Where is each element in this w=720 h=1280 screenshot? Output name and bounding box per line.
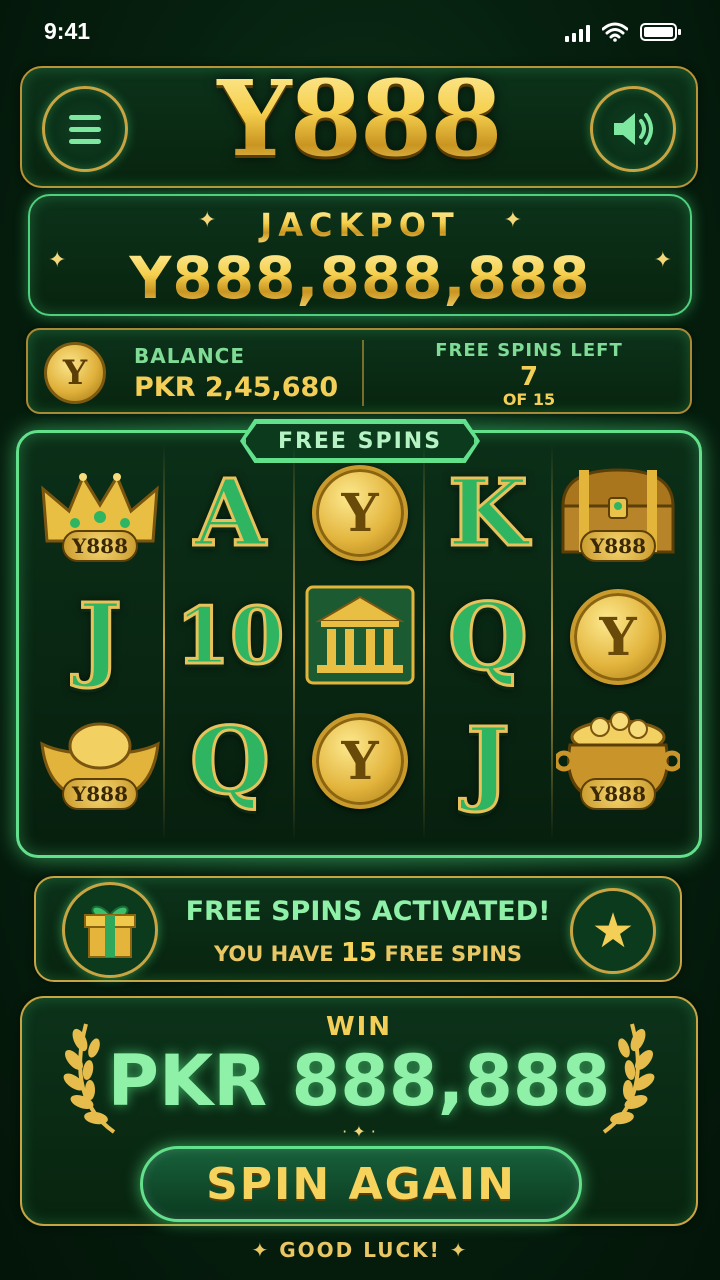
symbol-letter-k: K [424,452,552,574]
symbol-letter: J [77,583,123,691]
free-spins-left-count: 7 [519,362,539,392]
header-panel: Y888 [20,57,698,188]
speaker-icon [614,113,653,145]
wifi-icon [602,22,628,42]
y888-tag: Y888 [61,778,139,810]
good-luck-text: GOOD LUCK! [279,1238,441,1262]
symbol-temple [296,576,424,698]
sparkle-icon: ✦ [440,1238,469,1262]
symbol-chest: Y888 [554,452,682,574]
gift-icon [84,905,136,958]
jackpot-panel: ✦ ✦ ✦ ✦ JACKPOT Y888,888,888 [28,194,692,316]
coin-icon: Y [44,342,106,404]
symbol-ingot: Y888 [36,700,164,822]
activated-sub-suffix: FREE SPINS [384,942,523,966]
jackpot-title: JACKPOT [30,206,690,244]
symbol-letter-j: J [36,576,164,698]
symbol-y-coin: Y [554,576,682,698]
star-icon: ★ [591,903,635,959]
y-coin-icon: Y [312,465,408,561]
symbol-pot: Y888 [553,700,683,822]
spin-again-button[interactable]: SPIN AGAIN [140,1146,582,1222]
sound-button[interactable] [590,86,676,172]
balance-row: Y BALANCE PKR 2,45,680 FREE SPINS LEFT 7… [26,328,692,414]
gift-badge [62,882,158,978]
balance-label: BALANCE [134,344,246,368]
symbol-crown: Y888 [36,452,164,574]
balance-value: PKR 2,45,680 [134,372,339,403]
y888-tag: Y888 [61,530,139,562]
star-badge: ★ [570,888,656,974]
free-spins-banner-label: FREE SPINS [277,428,443,454]
symbol-letter-10: 10 [166,576,294,698]
temple-icon [305,585,415,689]
activated-sub-count: 15 [340,938,378,968]
y888-tag: Y888 [579,778,657,810]
battery-icon [640,22,682,42]
symbol-letter-q: Q [166,700,294,822]
status-bar: 9:41 [0,0,720,62]
divider [362,340,364,406]
symbol-letter-j: J [424,700,552,822]
activated-title: FREE SPINS ACTIVATED! [185,896,551,927]
sparkle-icon: ✦ [251,1238,280,1262]
symbol-letter: Q [188,707,271,815]
free-spins-left-total: OF 15 [502,390,556,409]
y888-tag: Y888 [579,530,657,562]
win-label: WIN [325,1012,393,1042]
signal-icon [565,24,590,42]
symbol-letter-q: Q [424,576,552,698]
activated-subtitle: YOU HAVE 15 FREE SPINS [160,938,576,968]
symbol-letter: K [447,459,530,567]
status-time: 9:41 [44,18,91,44]
y-coin-icon: Y [570,589,666,685]
good-luck-footer: ✦ GOOD LUCK! ✦ [0,1238,720,1262]
win-panel: WIN PKR 888,888 · ✦ · SPIN AGAIN [20,996,698,1226]
symbol-y-coin: Y [296,452,424,574]
symbol-letter: J [465,707,511,815]
activated-sub-prefix: YOU HAVE [213,942,334,966]
status-icons [565,22,682,42]
symbol-letter: A [193,459,267,567]
symbol-letter-a: A [166,452,294,574]
symbol-y-coin: Y [296,700,424,822]
free-spins-activated-banner: FREE SPINS ACTIVATED! YOU HAVE 15 FREE S… [34,876,682,982]
y-coin-icon: Y [312,713,408,809]
jackpot-value: Y888,888,888 [30,244,690,312]
win-value: PKR 888,888 [107,1040,611,1122]
free-spins-left-label: FREE SPINS LEFT [435,340,623,361]
symbol-letter: 10 [174,591,286,682]
symbol-letter: Q [446,583,529,691]
sparkle-divider: · ✦ · [342,1122,376,1141]
